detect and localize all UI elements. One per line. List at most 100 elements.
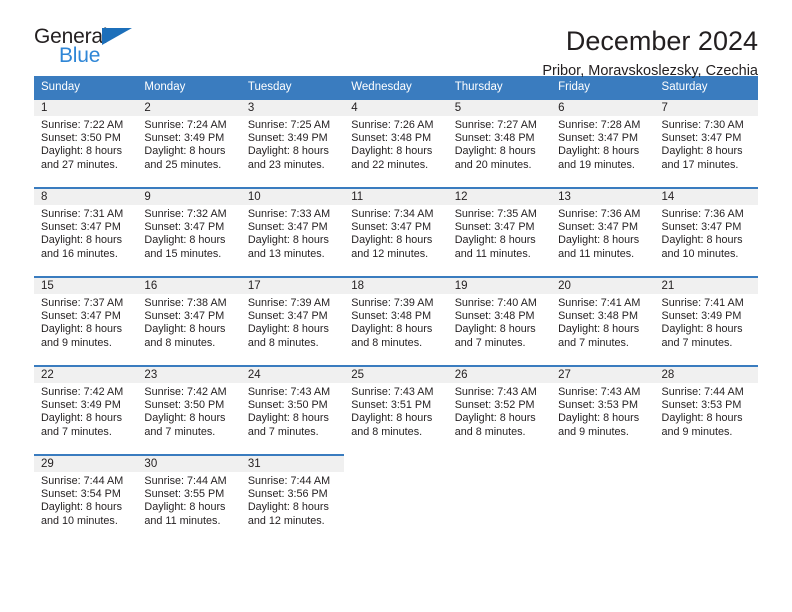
sunrise-text: Sunrise: 7:30 AM xyxy=(661,119,744,131)
calendar-day-cell[interactable]: 8 Sunrise: 7:31 AM Sunset: 3:47 PM Daylight… xyxy=(34,187,138,261)
day-number: 22 xyxy=(34,365,138,383)
day-number: 9 xyxy=(137,187,241,205)
weekday-header-friday: Friday xyxy=(558,81,591,93)
daylight-text-line1: Daylight: 8 hours xyxy=(247,412,329,425)
calendar-day-cell[interactable]: 18 Sunrise: 7:39 AM Sunset: 3:48 PM Dayligh… xyxy=(344,276,448,350)
day-details: Sunrise: 7:42 AM Sunset: 3:50 PM Daylight:… xyxy=(137,383,240,439)
calendar-day-cell[interactable]: 22 Sunrise: 7:42 AM Sunset: 3:49 PM Dayligh… xyxy=(34,365,138,439)
daylight-text-line1: Daylight: 8 hours xyxy=(144,145,226,158)
daylight-text-line1: Daylight: 8 hours xyxy=(247,501,329,514)
calendar-day-cell[interactable]: 13 Sunrise: 7:36 AM Sunset: 3:47 PM Dayligh… xyxy=(551,187,655,261)
calendar-day-cell[interactable]: 14 Sunrise: 7:36 AM Sunset: 3:47 PM Dayligh… xyxy=(654,187,758,261)
day-number: 26 xyxy=(447,365,552,383)
calendar-day-cell[interactable]: 6 Sunrise: 7:28 AM Sunset: 3:47 PM Daylight… xyxy=(551,98,655,172)
sunrise-text: Sunrise: 7:27 AM xyxy=(454,119,537,131)
calendar-day-cell[interactable]: 19 Sunrise: 7:40 AM Sunset: 3:48 PM Dayligh… xyxy=(447,276,552,350)
sunset-text: Sunset: 3:48 PM xyxy=(351,310,432,323)
sunset-text: Sunset: 3:47 PM xyxy=(144,221,225,234)
calendar-day-cell[interactable]: 29 Sunrise: 7:44 AM Sunset: 3:54 PM Dayligh… xyxy=(34,454,138,528)
sunrise-text: Sunrise: 7:39 AM xyxy=(247,297,331,309)
day-details: Sunrise: 7:35 AM Sunset: 3:47 PM Daylight:… xyxy=(448,205,551,261)
calendar-day-cell[interactable]: 15 Sunrise: 7:37 AM Sunset: 3:47 PM Dayligh… xyxy=(34,276,138,350)
calendar-day-cell[interactable]: 30 Sunrise: 7:44 AM Sunset: 3:55 PM Dayligh… xyxy=(137,454,241,528)
calendar-day-cell[interactable]: 9 Sunrise: 7:32 AM Sunset: 3:47 PM Daylight… xyxy=(137,187,241,261)
day-number: 14 xyxy=(654,187,758,205)
daylight-text-line2: and 10 minutes. xyxy=(41,514,118,527)
day-details: Sunrise: 7:36 AM Sunset: 3:47 PM Daylight:… xyxy=(551,205,654,261)
calendar-day-cell[interactable]: 31 Sunrise: 7:44 AM Sunset: 3:56 PM Dayligh… xyxy=(240,454,345,528)
sunset-text: Sunset: 3:50 PM xyxy=(247,399,328,412)
daylight-text-line2: and 9 minutes. xyxy=(661,425,733,438)
day-number: 4 xyxy=(344,98,448,116)
calendar-day-cell[interactable]: 28 Sunrise: 7:44 AM Sunset: 3:53 PM Dayligh… xyxy=(654,365,758,439)
sunset-text: Sunset: 3:49 PM xyxy=(661,310,742,323)
calendar-day-cell[interactable]: 23 Sunrise: 7:42 AM Sunset: 3:50 PM Dayligh… xyxy=(137,365,241,439)
sunrise-text: Sunrise: 7:35 AM xyxy=(454,208,537,220)
sunset-text: Sunset: 3:52 PM xyxy=(454,399,535,412)
calendar-day-cell[interactable]: 12 Sunrise: 7:35 AM Sunset: 3:47 PM Dayligh… xyxy=(447,187,552,261)
calendar-day-cell[interactable]: 4 Sunrise: 7:26 AM Sunset: 3:48 PM Daylight… xyxy=(344,98,448,172)
daylight-text-line1: Daylight: 8 hours xyxy=(558,234,640,247)
calendar-day-cell[interactable]: 2 Sunrise: 7:24 AM Sunset: 3:49 PM Daylight… xyxy=(137,98,241,172)
calendar-day-cell[interactable]: 5 Sunrise: 7:27 AM Sunset: 3:48 PM Daylight… xyxy=(447,98,552,172)
calendar-day-cell[interactable]: 21 Sunrise: 7:41 AM Sunset: 3:49 PM Dayligh… xyxy=(654,276,758,350)
daylight-text-line1: Daylight: 8 hours xyxy=(144,234,226,247)
calendar-week-row: 29 Sunrise: 7:44 AM Sunset: 3:54 PM Dayligh… xyxy=(34,454,758,528)
daylight-text-line2: and 27 minutes. xyxy=(41,158,118,171)
sunset-text: Sunset: 3:50 PM xyxy=(144,399,225,412)
daylight-text-line1: Daylight: 8 hours xyxy=(351,145,433,158)
day-number: 2 xyxy=(137,98,241,116)
day-number: 18 xyxy=(344,276,448,294)
sunset-text: Sunset: 3:47 PM xyxy=(41,310,121,323)
daylight-text-line1: Daylight: 8 hours xyxy=(247,323,329,336)
brand-triangle-icon xyxy=(102,28,132,45)
sunset-text: Sunset: 3:49 PM xyxy=(247,132,328,145)
sunrise-text: Sunrise: 7:36 AM xyxy=(661,208,744,220)
calendar-week-row: 1 Sunrise: 7:22 AM Sunset: 3:50 PM Daylight… xyxy=(34,98,758,172)
daylight-text-line1: Daylight: 8 hours xyxy=(661,412,743,425)
calendar-day-cell[interactable]: 1 Sunrise: 7:22 AM Sunset: 3:50 PM Daylight… xyxy=(34,98,138,172)
sunset-text: Sunset: 3:47 PM xyxy=(41,221,121,234)
daylight-text-line1: Daylight: 8 hours xyxy=(661,234,743,247)
weekday-header-sunday: Sunday xyxy=(41,81,81,93)
sunset-text: Sunset: 3:47 PM xyxy=(454,221,535,234)
calendar-day-cell[interactable]: 20 Sunrise: 7:41 AM Sunset: 3:48 PM Dayligh… xyxy=(551,276,655,350)
calendar-day-cell[interactable]: 10 Sunrise: 7:33 AM Sunset: 3:47 PM Dayligh… xyxy=(240,187,345,261)
brand-logo[interactable]: General Blue xyxy=(34,26,139,72)
title-block: December 2024 Pribor, Moravskoslezsky, C… xyxy=(542,26,758,80)
sunrise-text: Sunrise: 7:41 AM xyxy=(558,297,641,309)
calendar-day-cell[interactable]: 25 Sunrise: 7:43 AM Sunset: 3:51 PM Dayligh… xyxy=(344,365,448,439)
daylight-text-line2: and 10 minutes. xyxy=(661,247,739,260)
calendar-day-cell[interactable]: 27 Sunrise: 7:43 AM Sunset: 3:53 PM Dayligh… xyxy=(551,365,655,439)
day-number: 5 xyxy=(447,98,552,116)
calendar-day-cell[interactable]: 7 Sunrise: 7:30 AM Sunset: 3:47 PM Daylight… xyxy=(654,98,758,172)
sunrise-text: Sunrise: 7:43 AM xyxy=(558,386,641,398)
calendar-page: General Blue December 2024 Pribor, Morav… xyxy=(0,0,792,612)
calendar-empty-cell xyxy=(655,454,758,528)
day-number: 1 xyxy=(34,98,138,116)
calendar-day-cell[interactable]: 24 Sunrise: 7:43 AM Sunset: 3:50 PM Dayligh… xyxy=(240,365,345,439)
weekday-header-monday: Monday xyxy=(144,81,186,93)
daylight-text-line1: Daylight: 8 hours xyxy=(144,501,226,514)
day-details: Sunrise: 7:41 AM Sunset: 3:49 PM Daylight:… xyxy=(655,294,758,350)
calendar-day-cell[interactable]: 17 Sunrise: 7:39 AM Sunset: 3:47 PM Dayligh… xyxy=(240,276,345,350)
weekday-header-tuesday: Tuesday xyxy=(247,81,292,93)
day-details: Sunrise: 7:32 AM Sunset: 3:47 PM Daylight:… xyxy=(137,205,240,261)
brand-logo-divider xyxy=(56,46,58,66)
daylight-text-line2: and 22 minutes. xyxy=(351,158,429,171)
sunrise-text: Sunrise: 7:28 AM xyxy=(558,119,641,131)
daylight-text-line1: Daylight: 8 hours xyxy=(144,323,226,336)
sunrise-text: Sunrise: 7:37 AM xyxy=(41,297,124,309)
day-details: Sunrise: 7:39 AM Sunset: 3:48 PM Daylight:… xyxy=(344,294,447,350)
daylight-text-line2: and 16 minutes. xyxy=(41,247,118,260)
daylight-text-line1: Daylight: 8 hours xyxy=(454,145,536,158)
calendar-day-cell[interactable]: 26 Sunrise: 7:43 AM Sunset: 3:52 PM Dayligh… xyxy=(447,365,552,439)
sunrise-text: Sunrise: 7:42 AM xyxy=(144,386,227,398)
weekday-header-row: Sunday Monday Tuesday Wednesday Thursday Frid… xyxy=(34,76,758,98)
daylight-text-line2: and 12 minutes. xyxy=(247,514,325,527)
calendar-day-cell[interactable]: 11 Sunrise: 7:34 AM Sunset: 3:47 PM Dayligh… xyxy=(344,187,448,261)
day-number xyxy=(344,454,447,472)
calendar-day-cell[interactable]: 16 Sunrise: 7:38 AM Sunset: 3:47 PM Dayligh… xyxy=(137,276,241,350)
daylight-text-line1: Daylight: 8 hours xyxy=(41,234,123,247)
calendar-day-cell[interactable]: 3 Sunrise: 7:25 AM Sunset: 3:49 PM Daylight… xyxy=(240,98,345,172)
